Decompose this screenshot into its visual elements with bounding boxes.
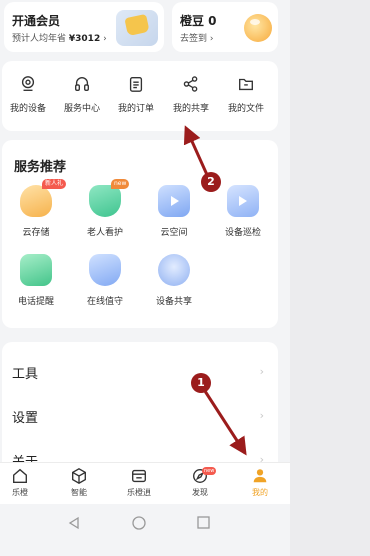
service-device-share[interactable]: 设备共享 bbox=[143, 254, 205, 307]
service-elder-care[interactable]: new 老人看护 bbox=[74, 179, 136, 238]
tab-label: 发现 bbox=[192, 488, 208, 497]
beans-card[interactable]: 橙豆 0 去签到 › bbox=[172, 2, 278, 52]
settings-list: 工具 › 设置 › 关于 › bbox=[2, 342, 278, 482]
clipboard-icon bbox=[129, 77, 143, 92]
settings-row-tools[interactable]: 工具 › bbox=[2, 351, 278, 391]
bottom-tab-bar: 乐橙 智能 乐橙逍 new 发现 我的 bbox=[0, 462, 290, 505]
cube-icon bbox=[72, 468, 86, 484]
recents-square-icon[interactable] bbox=[197, 516, 210, 529]
home-icon bbox=[13, 468, 27, 483]
settings-row-label: 工具 bbox=[12, 367, 39, 382]
headset-icon bbox=[75, 77, 89, 91]
section-title: 服务推荐 bbox=[14, 160, 67, 175]
service-cloud-storage[interactable]: 新人礼 云存储 bbox=[5, 179, 67, 238]
bean-coin-icon bbox=[244, 14, 272, 42]
elder-care-icon: new bbox=[89, 179, 130, 217]
service-label: 设备共享 bbox=[155, 297, 192, 307]
tab-home[interactable]: 乐橙 bbox=[0, 467, 40, 498]
home-circle-icon[interactable] bbox=[132, 516, 146, 530]
online-guard-icon bbox=[89, 254, 121, 286]
cloud-space-icon bbox=[158, 185, 190, 217]
service-cloud-space[interactable]: 云空间 bbox=[143, 185, 205, 238]
tab-label: 我的 bbox=[252, 488, 268, 497]
vip-card[interactable]: 开通会员 预计人均年省 ¥3012 › bbox=[4, 2, 164, 52]
service-online-guard[interactable]: 在线值守 bbox=[74, 254, 136, 307]
chevron-right-icon: › bbox=[209, 34, 214, 44]
service-recommendations: 服务推荐 新人礼 云存储 new 老人看护 云空间 设备巡检 电话提醒 在线值守… bbox=[2, 140, 278, 328]
quick-item-label: 我的共享 bbox=[172, 104, 209, 114]
share-icon bbox=[183, 76, 198, 92]
quick-item-label: 我的设备 bbox=[9, 104, 46, 114]
store-icon bbox=[132, 469, 146, 483]
tab-smart[interactable]: 智能 bbox=[59, 467, 99, 498]
cloud-storage-icon: 新人礼 bbox=[20, 179, 67, 217]
vip-title: 开通会员 bbox=[12, 14, 61, 28]
system-nav-bar bbox=[0, 504, 290, 556]
phone-reminder-icon bbox=[20, 254, 52, 286]
new-user-badge: 新人礼 bbox=[42, 179, 67, 189]
tab-label: 乐橙逍 bbox=[127, 488, 151, 497]
beans-title: 橙豆 0 bbox=[180, 14, 217, 28]
device-share-icon bbox=[158, 254, 190, 286]
camera-icon bbox=[21, 76, 35, 91]
tab-label: 乐橙 bbox=[12, 488, 28, 497]
new-badge: new bbox=[111, 179, 130, 189]
service-label: 电话提醒 bbox=[17, 297, 54, 307]
annotation-marker-2: 2 bbox=[201, 172, 221, 192]
quick-item-label: 我的订单 bbox=[117, 104, 154, 114]
checkin-link[interactable]: 去签到 › bbox=[180, 31, 214, 44]
service-label: 设备巡检 bbox=[224, 228, 261, 238]
vip-saving-amount: ¥3012 bbox=[68, 34, 101, 44]
chevron-right-icon: › bbox=[259, 365, 264, 378]
service-phone-reminder[interactable]: 电话提醒 bbox=[5, 254, 67, 307]
tab-profile[interactable]: 我的 bbox=[240, 467, 280, 498]
settings-row-label: 设置 bbox=[12, 411, 39, 426]
quick-actions: 我的设备 服务中心 我的订单 我的共享 我的文件 bbox=[2, 61, 278, 131]
quick-item-my-devices[interactable]: 我的设备 bbox=[2, 75, 54, 114]
quick-item-my-orders[interactable]: 我的订单 bbox=[110, 75, 162, 114]
phone-screen: 开通会员 预计人均年省 ¥3012 › 橙豆 0 去签到 › 我的设备 服务中心… bbox=[0, 0, 290, 556]
vip-subtitle: 预计人均年省 ¥3012 › bbox=[12, 34, 107, 44]
service-label: 老人看护 bbox=[86, 228, 123, 238]
quick-item-label: 我的文件 bbox=[227, 104, 264, 114]
side-margin bbox=[290, 0, 370, 556]
quick-item-my-files[interactable]: 我的文件 bbox=[220, 75, 272, 114]
back-icon[interactable] bbox=[67, 516, 81, 530]
profile-icon bbox=[253, 469, 267, 483]
service-label: 云空间 bbox=[160, 228, 188, 238]
service-label: 在线值守 bbox=[86, 297, 123, 307]
new-badge: new bbox=[202, 467, 217, 475]
quick-item-my-shares[interactable]: 我的共享 bbox=[165, 75, 217, 114]
quick-item-label: 服务中心 bbox=[63, 104, 100, 114]
tab-discover[interactable]: new 发现 bbox=[180, 467, 220, 498]
service-label: 云存储 bbox=[22, 228, 50, 238]
chevron-right-icon: › bbox=[103, 34, 107, 44]
settings-row-settings[interactable]: 设置 › bbox=[2, 395, 278, 435]
vip-crown-icon bbox=[116, 10, 158, 46]
chevron-right-icon: › bbox=[259, 409, 264, 422]
tab-store[interactable]: 乐橙逍 bbox=[119, 467, 159, 498]
service-device-inspection[interactable]: 设备巡检 bbox=[212, 185, 274, 238]
quick-item-service-center[interactable]: 服务中心 bbox=[56, 75, 108, 114]
device-inspection-icon bbox=[227, 185, 259, 217]
tab-label: 智能 bbox=[71, 488, 87, 497]
annotation-marker-1: 1 bbox=[191, 373, 211, 393]
folder-icon bbox=[239, 78, 253, 91]
